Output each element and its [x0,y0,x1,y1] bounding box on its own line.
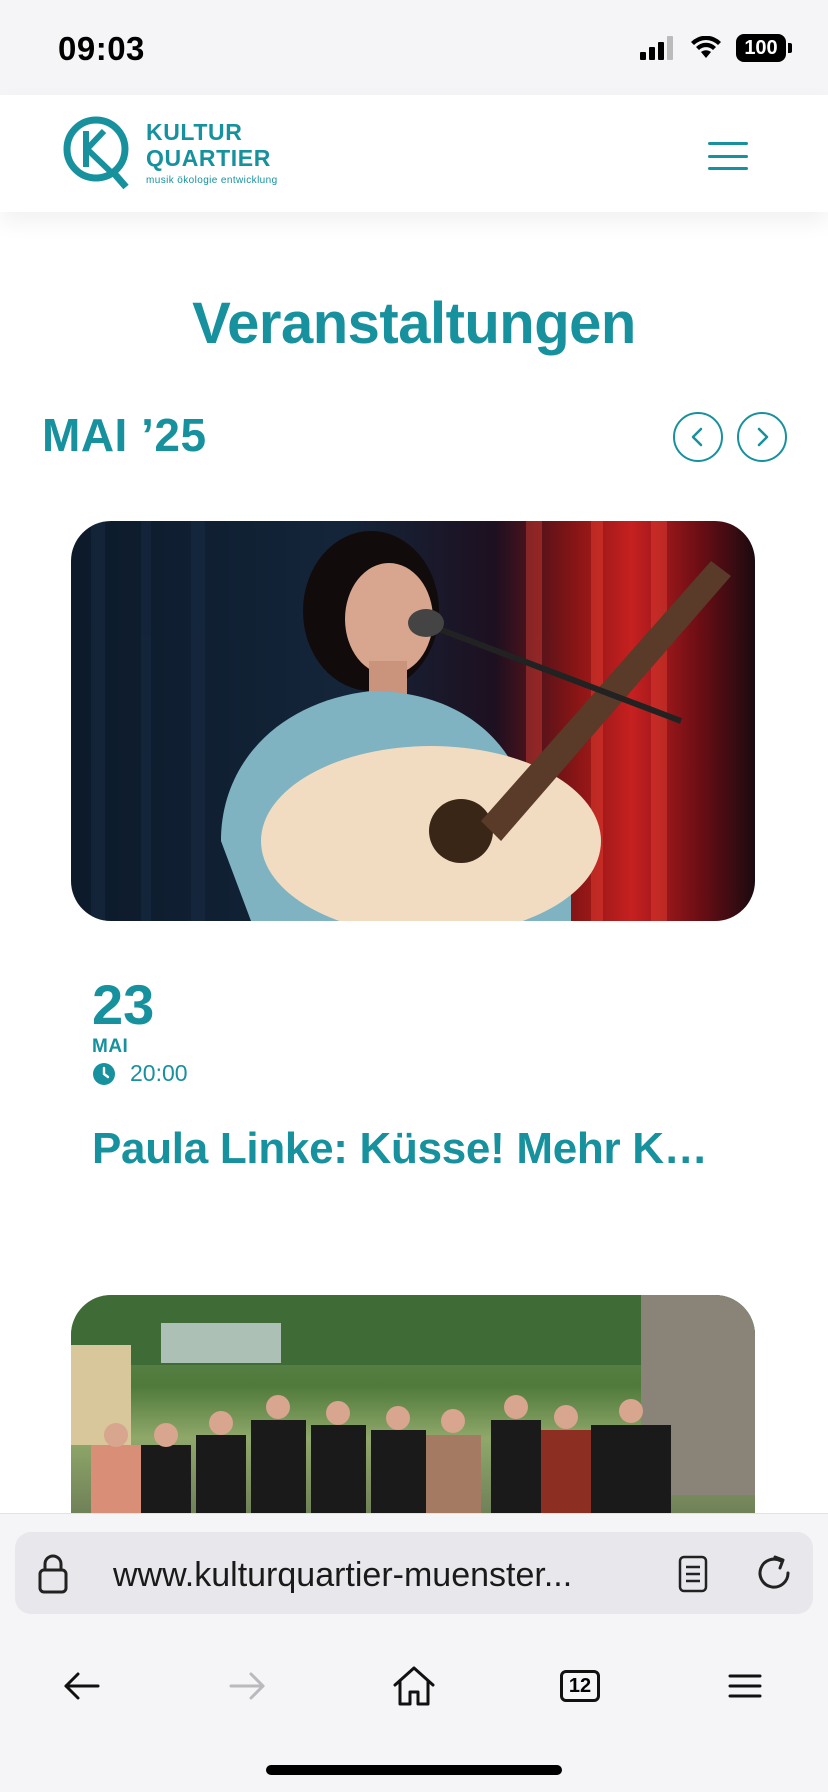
forward-icon [229,1672,265,1700]
page-title: Veranstaltungen [192,291,636,356]
chevron-left-icon [691,427,703,447]
url-text[interactable]: www.kulturquartier-muenster... [113,1556,653,1595]
logo-mark-icon [63,116,129,190]
next-month-button[interactable] [737,412,787,462]
event-time: 20:00 [130,1060,188,1086]
logo-text: KULTUR QUARTIER musik ökologie entwicklu… [146,119,278,186]
hamburger-menu-icon[interactable] [708,142,748,170]
home-button[interactable] [382,1654,446,1718]
month-label: MAI ’25 [42,409,207,461]
tabs-button[interactable]: 12 [548,1654,612,1718]
site-logo[interactable]: KULTUR QUARTIER musik ökologie entwicklu… [62,113,278,191]
tabs-count: 12 [568,1674,592,1697]
event-time-row: 20:00 [92,1060,188,1087]
logo-line2: QUARTIER [146,144,271,171]
logo-line1: KULTUR [146,118,243,145]
event-day: 23 [92,973,155,1036]
site-header: KULTUR QUARTIER musik ökologie entwicklu… [0,95,828,212]
clock-icon [93,1062,115,1085]
previous-month-button[interactable] [673,412,723,462]
lock-icon [38,1554,68,1594]
back-icon [64,1672,100,1700]
status-time: 09:03 [58,30,145,67]
battery-level: 100 [736,34,786,62]
browser-toolbar: www.kulturquartier-muenster... 12 [0,1513,828,1792]
status-icons: 100 [640,34,792,62]
reload-icon[interactable] [753,1552,795,1594]
menu-icon [728,1674,762,1698]
tabs-icon: 12 [560,1670,600,1702]
event-title[interactable]: Paula Linke: Küsse! Mehr Kü… [92,1124,732,1174]
home-icon [393,1666,435,1706]
home-indicator[interactable] [266,1765,562,1775]
chevron-right-icon [757,427,769,447]
singer-with-guitar-illustration [91,521,731,921]
signal-icon [640,36,673,60]
logo-tagline: musik ökologie entwicklung [146,174,278,186]
status-bar: 09:03 100 [0,0,828,95]
wifi-icon [691,36,721,58]
back-button[interactable] [50,1654,114,1718]
event-image-singer-with-guitar-photo[interactable] [71,521,755,921]
forward-button[interactable] [215,1654,279,1718]
address-bar[interactable]: www.kulturquartier-muenster... [15,1532,813,1614]
event-month: MAI [92,1036,129,1057]
battery-icon: 100 [736,34,792,62]
browser-menu-button[interactable] [713,1654,777,1718]
reader-icon[interactable] [677,1554,709,1594]
